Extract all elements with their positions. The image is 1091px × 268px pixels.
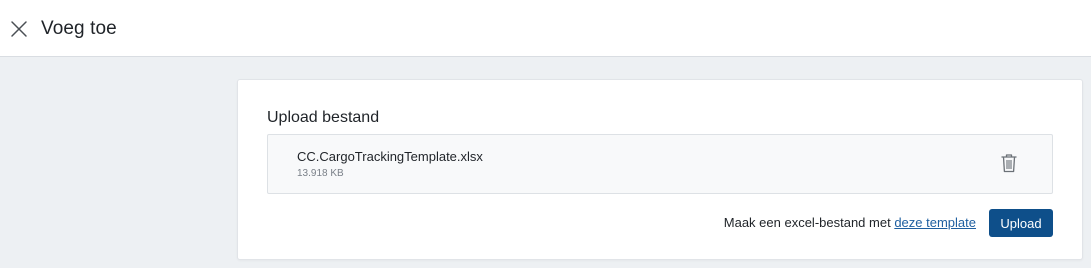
hint-text: Maak een excel-bestand met (723, 215, 891, 230)
file-size: 13.918 KB (297, 168, 344, 179)
delete-file-button[interactable] (999, 152, 1019, 174)
template-link[interactable]: deze template (894, 215, 976, 230)
uploaded-file-item: CC.CargoTrackingTemplate.xlsx 13.918 KB (267, 134, 1053, 194)
close-icon (11, 21, 27, 37)
page-title: Voeg toe (41, 18, 117, 39)
upload-panel: Upload bestand CC.CargoTrackingTemplate.… (237, 79, 1083, 260)
close-button[interactable] (6, 16, 32, 42)
file-name: CC.CargoTrackingTemplate.xlsx (297, 149, 483, 164)
upload-button[interactable]: Upload (989, 209, 1053, 237)
section-title: Upload bestand (267, 109, 380, 126)
top-bar: Voeg toe (0, 0, 1091, 57)
template-hint: Maak een excel-bestand met deze template (724, 215, 976, 231)
upload-actions: Maak een excel-bestand met deze template… (267, 208, 1053, 238)
trash-icon (1001, 154, 1017, 173)
